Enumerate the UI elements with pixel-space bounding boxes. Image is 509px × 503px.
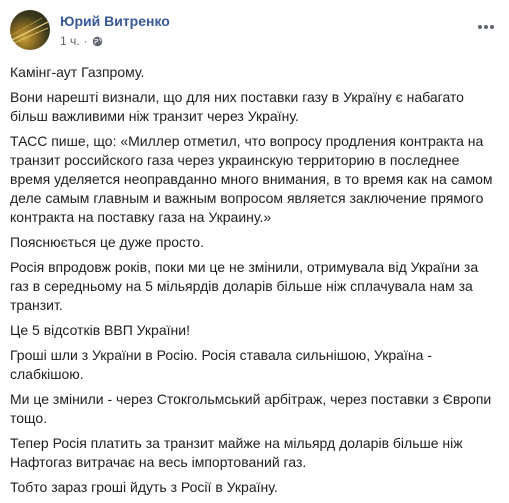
- avatar-image: [10, 17, 49, 44]
- more-options-icon[interactable]: [477, 16, 497, 29]
- post-paragraph: ТАСС пише, що: «Миллер отметил, что вопр…: [10, 133, 493, 225]
- post-paragraph: Росія впродовж років, поки ми це не змін…: [10, 259, 479, 313]
- post-paragraph: Це 5 відсотків ВВП України!: [10, 322, 190, 338]
- author-name[interactable]: Юрий Витренко: [60, 13, 170, 29]
- post-paragraph: Вони нарешті визнали, що для них поставк…: [10, 89, 464, 124]
- post-paragraph: Тепер Росія платить за транзит майже на …: [10, 435, 463, 470]
- post-paragraph: Пояснюється це дуже просто.: [10, 234, 204, 250]
- avatar[interactable]: [10, 10, 50, 50]
- post-paragraph: Ми це змінили - через Стокгольмський арб…: [10, 391, 492, 426]
- post-time[interactable]: 1 ч.: [60, 34, 80, 48]
- post-paragraph: Камінг-аут Газпрому.: [10, 64, 145, 80]
- meta-separator: ·: [83, 34, 88, 48]
- globe-icon[interactable]: [92, 36, 103, 47]
- facebook-post: Юрий Витренко 1 ч. · Камінг-аут Газпрому…: [0, 0, 509, 497]
- post-header: Юрий Витренко 1 ч. ·: [10, 10, 499, 56]
- post-paragraph: Гроші шли з України в Росію. Росія става…: [10, 347, 432, 382]
- post-meta: 1 ч. ·: [60, 34, 103, 48]
- post-body: Камінг-аут Газпрому. Вони нарешті визнал…: [10, 63, 498, 503]
- post-paragraph: Тобто зараз гроші йдуть з Росії в Україн…: [10, 479, 278, 495]
